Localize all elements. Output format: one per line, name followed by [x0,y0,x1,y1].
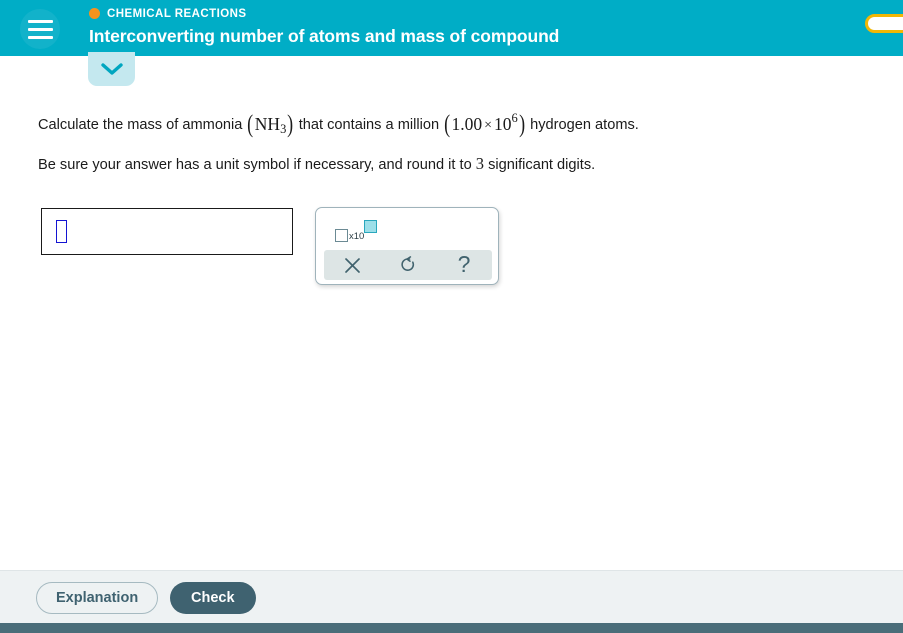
topic-dot-icon [89,8,100,19]
significant-digits-value: 3 [475,154,485,173]
value-exponent: 6 [511,111,518,125]
topic-breadcrumb: CHEMICAL REACTIONS [89,5,559,22]
check-button[interactable]: Check [170,582,256,614]
answer-input[interactable] [41,208,293,255]
clear-button[interactable] [332,251,372,279]
question-line-1: Calculate the mass of ammonia (NH3) that… [38,111,639,138]
chevron-down-icon [100,63,123,75]
app-header: CHEMICAL REACTIONS Interconverting numbe… [0,0,903,56]
undo-icon [401,255,415,271]
value-mantissa: 1.00 [451,114,483,134]
formula-subscript: 3 [280,122,287,136]
hamburger-bar [27,35,53,39]
multiplication-sign: × [484,118,492,133]
undo-button[interactable] [388,251,428,279]
explanation-button[interactable]: Explanation [36,582,159,614]
answer-caret-placeholder [56,220,67,243]
x-icon [344,257,360,273]
progress-pill[interactable] [865,14,903,33]
hamburger-menu-icon[interactable] [20,9,60,49]
question-text-part2: that contains a million [298,117,440,133]
math-palette: x10 ? [315,207,499,285]
header-text-group: CHEMICAL REACTIONS Interconverting numbe… [89,5,559,47]
question-content: Calculate the mass of ammonia (NH3) that… [0,86,903,565]
hamburger-bar [27,19,53,23]
bottom-accent-bar [0,623,903,633]
palette-keys-area: x10 [316,208,498,250]
formula-element: NH [254,114,281,134]
sci-base-box [335,229,348,242]
question-text-part3: hydrogen atoms. [530,117,639,133]
palette-toolbar: ? [324,250,492,280]
question-mark-icon: ? [457,250,471,277]
page-title: Interconverting number of atoms and mass… [89,26,560,46]
sci-x10-label: x10 [349,231,365,242]
topic-label: CHEMICAL REACTIONS [107,7,247,20]
instruction-text-part2: significant digits. [488,157,596,173]
action-footer: Explanation Check [0,570,903,623]
sci-exponent-box [364,220,377,233]
collapse-question-tab[interactable] [88,52,135,86]
question-line-2: Be sure your answer has a unit symbol if… [38,154,595,174]
question-text-part1: Calculate the mass of ammonia [38,117,243,133]
help-button[interactable]: ? [444,251,484,279]
hamburger-bar [27,27,53,31]
instruction-text-part1: Be sure your answer has a unit symbol if… [38,157,472,173]
value-base: 10 [493,114,512,134]
